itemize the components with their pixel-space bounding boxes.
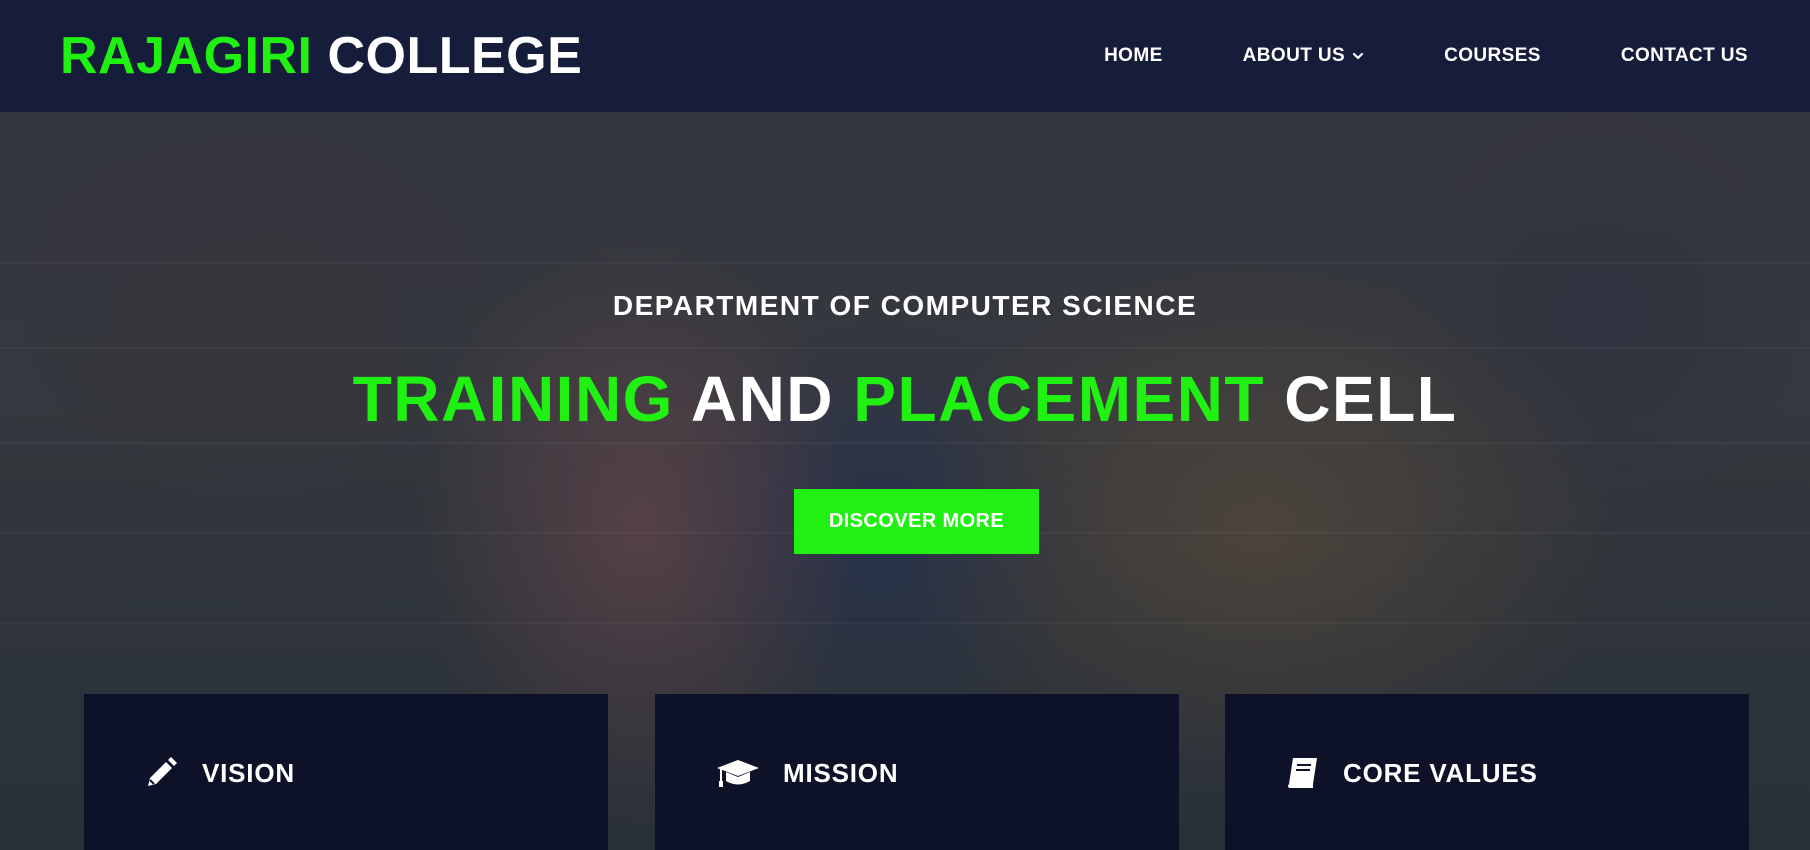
- nav-about-us-label: ABOUT US: [1242, 45, 1346, 66]
- nav-about-us[interactable]: ABOUT US: [1243, 45, 1364, 67]
- logo-part-college: COLLEGE: [327, 27, 583, 85]
- discover-more-button[interactable]: DISCOVER MORE: [794, 489, 1039, 554]
- site-logo[interactable]: RAJAGIRI COLLEGE: [60, 30, 582, 82]
- card-core-values-label: CORE VALUES: [1343, 758, 1538, 788]
- main-nav: HOME ABOUT US COURSES CONTACT US: [1104, 45, 1748, 67]
- pencil-icon: [148, 757, 177, 786]
- hero-title-training: TRAINING: [352, 363, 674, 435]
- hero-subtitle: DEPARTMENT OF COMPUTER SCIENCE: [612, 290, 1198, 321]
- card-vision[interactable]: VISION: [84, 694, 608, 850]
- chevron-down-icon: [1352, 52, 1364, 60]
- nav-home[interactable]: HOME: [1104, 45, 1163, 67]
- card-core-values[interactable]: CORE VALUES: [1225, 694, 1749, 850]
- hero-title-placement: PLACEMENT: [853, 363, 1265, 435]
- nav-contact-us[interactable]: CONTACT US: [1621, 45, 1748, 67]
- card-vision-label: VISION: [202, 758, 295, 788]
- book-icon: [1288, 758, 1317, 788]
- hero-title-and: AND: [690, 363, 834, 435]
- logo-part-rajagiri: RAJAGIRI: [60, 27, 313, 85]
- card-mission[interactable]: MISSION: [655, 694, 1179, 850]
- graduation-cap-icon: [717, 760, 759, 787]
- hero-title: TRAINING AND PLACEMENT CELL: [0, 367, 1810, 431]
- card-mission-label: MISSION: [783, 758, 899, 788]
- site-header: RAJAGIRI COLLEGE HOME ABOUT US COURSES C…: [0, 0, 1810, 112]
- nav-courses[interactable]: COURSES: [1444, 45, 1541, 67]
- hero-title-cell: CELL: [1284, 363, 1458, 435]
